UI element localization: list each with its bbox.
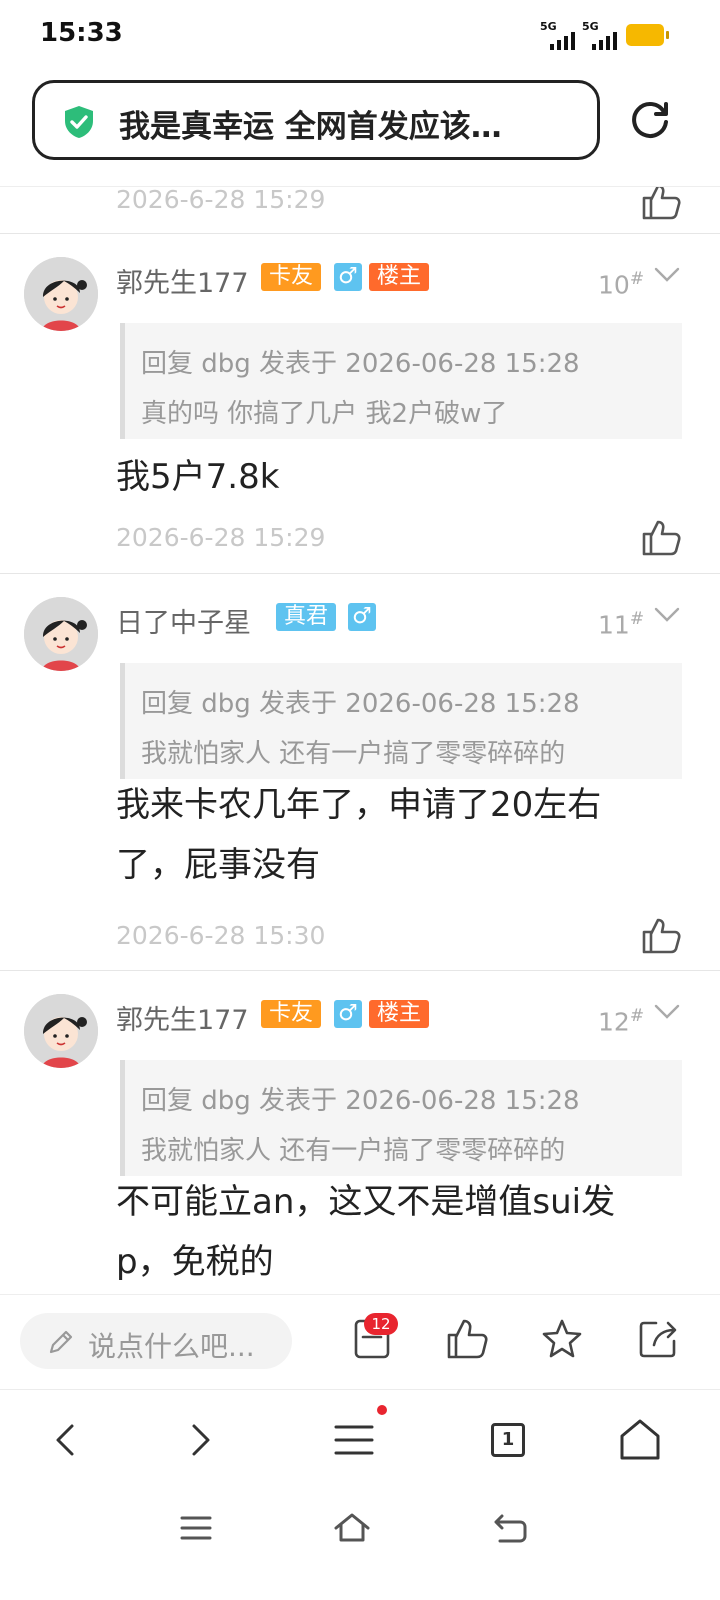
quoted-reply[interactable]: 回复 dbg 发表于 2026-06-28 15:28 真的吗 你搞了几户 我2…	[120, 323, 682, 439]
previous-post-footer: 2026-6-28 15:29	[0, 187, 720, 234]
back-icon[interactable]	[40, 1414, 92, 1466]
thread-content[interactable]: 2026-6-28 15:29 郭先生177 卡友 ♂ 楼主 10# 回复 db…	[0, 186, 720, 1295]
badge-zhenjun: 真君	[276, 603, 337, 631]
post-body: 我来卡农几年了，申请了20左右 了，屁事没有	[116, 785, 602, 885]
system-nav-bar	[0, 1490, 720, 1600]
quote-header: 回复 dbg 发表于 2026-06-28 15:28	[141, 1086, 580, 1116]
quote-text: 我就怕家人 还有一户搞了零零碎碎的	[141, 739, 566, 769]
avatar[interactable]	[24, 257, 98, 331]
post-timestamp: 2026-6-28 15:29	[116, 186, 326, 214]
post-floor-10: 郭先生177 卡友 ♂ 楼主 10# 回复 dbg 发表于 2026-06-28…	[0, 233, 720, 574]
star-icon[interactable]	[540, 1317, 584, 1361]
post-floor-12: 郭先生177 卡友 ♂ 楼主 12# 回复 dbg 发表于 2026-06-28…	[0, 970, 720, 1295]
post-body: 我5户7.8k	[116, 457, 280, 497]
comment-count-badge: 12	[364, 1313, 398, 1335]
reload-icon[interactable]	[626, 96, 674, 144]
avatar[interactable]	[24, 994, 98, 1068]
floor-number: 12#	[598, 1006, 645, 1037]
shield-check-icon	[65, 106, 93, 138]
badge-louzhu: 楼主	[369, 263, 430, 291]
quote-text: 真的吗 你搞了几户 我2户破w了	[141, 399, 508, 429]
pen-icon	[49, 1330, 73, 1354]
quoted-reply[interactable]: 回复 dbg 发表于 2026-06-28 15:28 我就怕家人 还有一户搞了…	[120, 1060, 682, 1176]
status-time: 15:33	[40, 18, 123, 48]
battery-icon	[626, 24, 669, 46]
floor-number: 11#	[598, 609, 645, 640]
avatar-cartoon-icon	[24, 994, 98, 1068]
chevron-down-icon[interactable]	[654, 1004, 680, 1020]
system-home-icon[interactable]	[332, 1510, 372, 1546]
address-bar[interactable]: 我是真幸运 全网首发应该…	[32, 80, 600, 160]
male-icon: ♂	[334, 1000, 362, 1028]
username[interactable]: 日了中子星	[116, 601, 251, 640]
quote-header: 回复 dbg 发表于 2026-06-28 15:28	[141, 689, 580, 719]
badge-kayou: 卡友	[261, 1000, 322, 1028]
post-action-bar: 说点什么吧... 12	[0, 1294, 720, 1390]
thumbs-up-icon[interactable]	[640, 517, 682, 557]
thumbs-up-icon[interactable]	[640, 186, 682, 221]
page-title: 我是真幸运 全网首发应该…	[119, 109, 502, 145]
quote-text: 我就怕家人 还有一户搞了零零碎碎的	[141, 1136, 566, 1166]
home-icon[interactable]	[614, 1414, 666, 1466]
post-floor-11: 日了中子星 真君 ♂ 11# 回复 dbg 发表于 2026-06-28 15:…	[0, 573, 720, 971]
male-icon: ♂	[348, 603, 376, 631]
post-body: 不可能立an，这又不是增值sui发 p，免税的	[116, 1182, 616, 1282]
comment-placeholder: 说点什么吧...	[88, 1330, 255, 1363]
avatar-cartoon-icon	[24, 257, 98, 331]
thumbs-up-icon[interactable]	[445, 1317, 489, 1361]
browser-nav-bar: 1	[0, 1390, 720, 1490]
thumbs-up-icon[interactable]	[640, 915, 682, 955]
badge-kayou: 卡友	[261, 263, 322, 291]
male-icon: ♂	[334, 263, 362, 291]
system-back-icon[interactable]	[490, 1510, 530, 1546]
username[interactable]: 郭先生177	[116, 261, 249, 300]
system-menu-icon[interactable]	[176, 1510, 216, 1546]
share-icon[interactable]	[636, 1317, 680, 1361]
tab-count: 1	[491, 1423, 525, 1457]
post-timestamp: 2026-6-28 15:30	[116, 921, 326, 950]
menu-icon[interactable]	[328, 1414, 380, 1466]
chevron-down-icon[interactable]	[654, 267, 680, 283]
avatar-cartoon-icon	[24, 597, 98, 671]
badge-louzhu: 楼主	[369, 1000, 430, 1028]
status-bar: 15:33 5G 5G	[0, 0, 720, 70]
notification-dot	[377, 1405, 387, 1415]
quote-header: 回复 dbg 发表于 2026-06-28 15:28	[141, 349, 580, 379]
tabs-icon[interactable]: 1	[482, 1414, 534, 1466]
avatar[interactable]	[24, 597, 98, 671]
post-timestamp: 2026-6-28 15:29	[116, 523, 326, 552]
comment-input[interactable]: 说点什么吧...	[20, 1313, 292, 1369]
username[interactable]: 郭先生177	[116, 998, 249, 1037]
floor-number: 10#	[598, 269, 645, 300]
quoted-reply[interactable]: 回复 dbg 发表于 2026-06-28 15:28 我就怕家人 还有一户搞了…	[120, 663, 682, 779]
chevron-down-icon[interactable]	[654, 607, 680, 623]
forward-icon[interactable]	[174, 1414, 226, 1466]
